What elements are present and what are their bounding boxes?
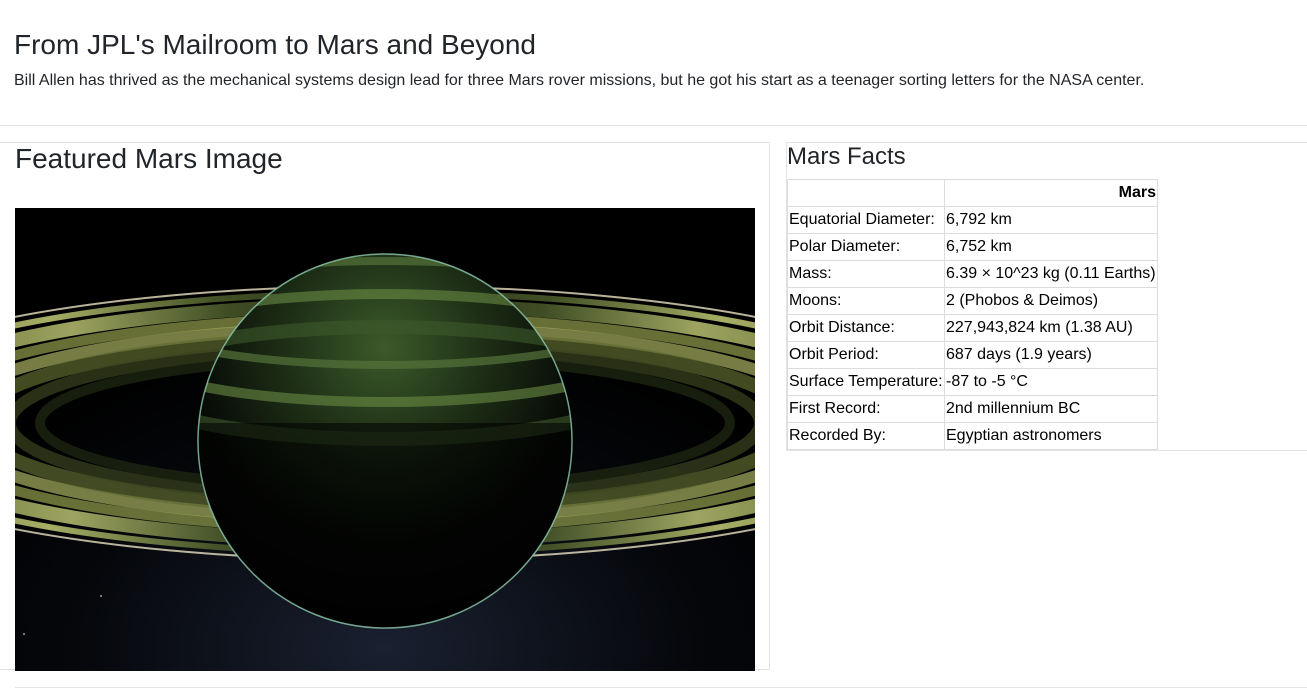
fact-label: Orbit Period: [787, 341, 945, 369]
fact-value: -87 to -5 °C [944, 368, 1158, 396]
fact-value: 6,752 km [944, 233, 1158, 261]
divider [15, 687, 1307, 688]
fact-value: 2nd millennium BC [944, 395, 1158, 423]
fact-label: First Record: [787, 395, 945, 423]
fact-value: 6.39 × 10^23 kg (0.11 Earths) [944, 260, 1158, 288]
table-header-row: Mars [787, 179, 1158, 207]
table-row: Orbit Distance: 227,943,824 km (1.38 AU) [787, 314, 1158, 342]
table-row: Orbit Period: 687 days (1.9 years) [787, 341, 1158, 369]
fact-label: Polar Diameter: [787, 233, 945, 261]
featured-image[interactable] [15, 208, 755, 671]
table-row: Equatorial Diameter: 6,792 km [787, 206, 1158, 234]
news-title[interactable]: From JPL's Mailroom to Mars and Beyond [14, 28, 536, 62]
fact-label: Moons: [787, 287, 945, 315]
fact-label: Mass: [787, 260, 945, 288]
news-teaser: Bill Allen has thrived as the mechanical… [14, 72, 1145, 89]
saturn-backlit-image [15, 208, 755, 671]
table-row: First Record: 2nd millennium BC [787, 395, 1158, 423]
fact-label: Surface Temperature: [787, 368, 945, 396]
fact-label: Recorded By: [787, 422, 945, 450]
table-header-empty [787, 179, 945, 207]
mars-facts-title: Mars Facts [787, 143, 906, 170]
table-row: Surface Temperature: -87 to -5 °C [787, 368, 1158, 396]
fact-label: Equatorial Diameter: [787, 206, 945, 234]
page: From JPL's Mailroom to Mars and Beyond B… [0, 0, 1307, 697]
table-header-mars: Mars [944, 179, 1158, 207]
mars-facts-table: Mars Equatorial Diameter: 6,792 km Polar… [787, 179, 1158, 450]
table-row: Recorded By: Egyptian astronomers [787, 422, 1158, 450]
fact-value: 687 days (1.9 years) [944, 341, 1158, 369]
fact-value: Egyptian astronomers [944, 422, 1158, 450]
table-row: Mass: 6.39 × 10^23 kg (0.11 Earths) [787, 260, 1158, 288]
divider [0, 125, 1307, 126]
fact-value: 2 (Phobos & Deimos) [944, 287, 1158, 315]
fact-value: 6,792 km [944, 206, 1158, 234]
featured-image-title: Featured Mars Image [15, 143, 283, 174]
fact-value: 227,943,824 km (1.38 AU) [944, 314, 1158, 342]
table-row: Moons: 2 (Phobos & Deimos) [787, 287, 1158, 315]
fact-label: Orbit Distance: [787, 314, 945, 342]
table-row: Polar Diameter: 6,752 km [787, 233, 1158, 261]
